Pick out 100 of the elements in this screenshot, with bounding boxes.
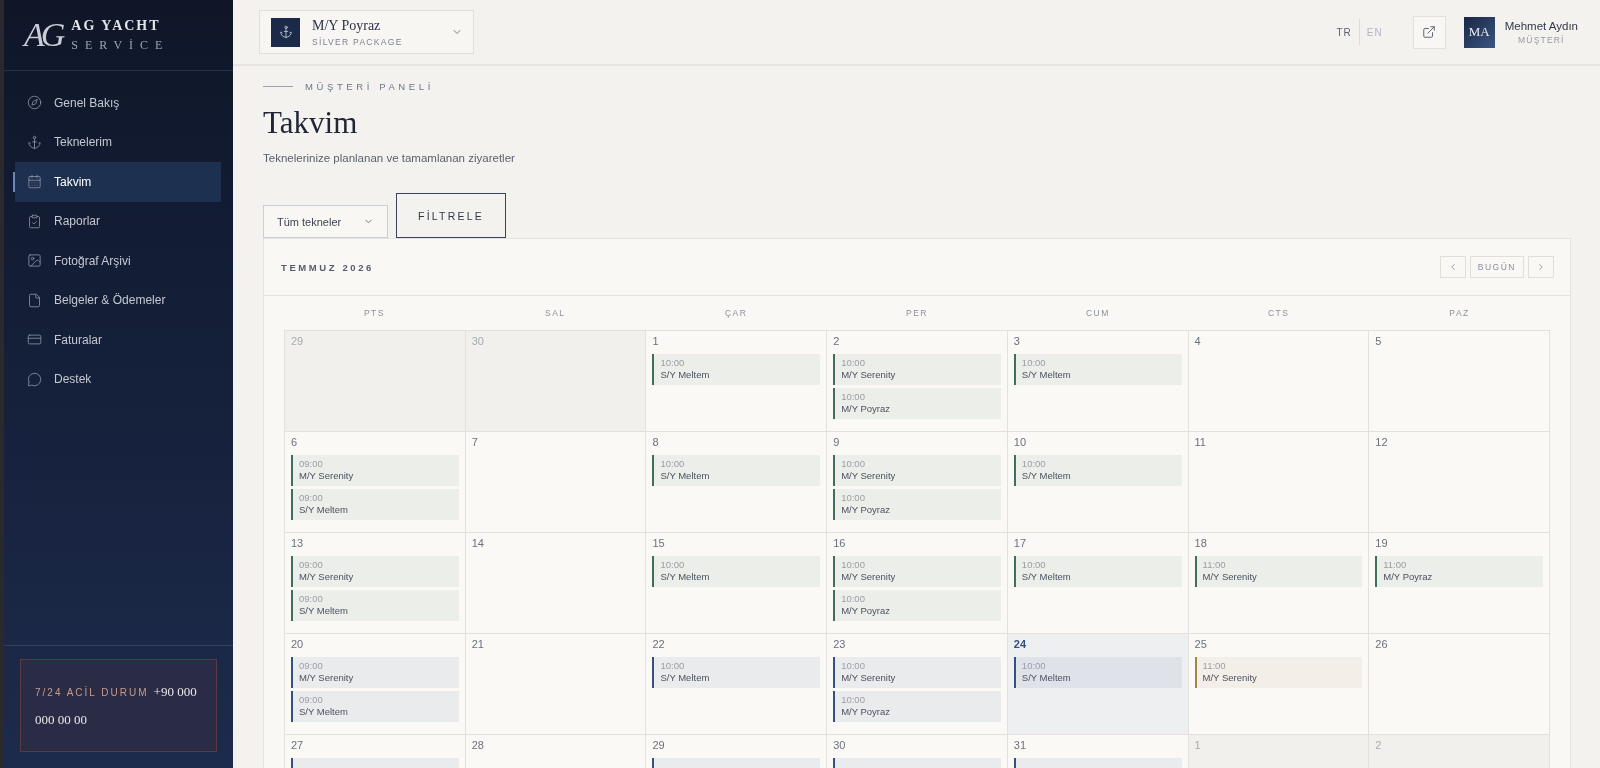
day-number: 12 bbox=[1375, 436, 1388, 448]
day-cell[interactable]: 18 11:00 M/Y Serenity bbox=[1188, 533, 1370, 634]
day-number: 11 bbox=[1194, 436, 1206, 448]
day-cell[interactable]: 15 10:00 S/Y Meltem bbox=[646, 533, 828, 634]
event-vessel: M/Y Serenity bbox=[1202, 672, 1258, 683]
day-number: 16 bbox=[833, 537, 846, 549]
sidebar-item[interactable]: Fotoğraf Arşivi bbox=[15, 241, 221, 281]
day-cell[interactable]: 17 10:00 S/Y Meltem bbox=[1007, 533, 1189, 634]
sidebar-item[interactable]: Teknelerim bbox=[15, 122, 221, 162]
calendar-event[interactable]: 10:00 M/Y Serenity bbox=[833, 556, 1001, 587]
day-cell[interactable]: 9 10:00 M/Y Serenity 10:00 M/Y Poyraz bbox=[827, 432, 1008, 533]
external-link-button[interactable] bbox=[1412, 15, 1446, 49]
day-cell[interactable]: 16 10:00 M/Y Serenity 10:00 M/Y Poyraz bbox=[827, 533, 1008, 634]
sidebar-item[interactable]: Faturalar bbox=[15, 320, 221, 360]
day-cell[interactable]: 2 10:00 M/Y Serenity 10:00 M/Y Poyraz bbox=[827, 331, 1008, 432]
day-number: 23 bbox=[833, 638, 846, 650]
calendar-event[interactable]: 09:00 S/Y Meltem bbox=[291, 489, 459, 520]
brand-tagline: SERVİCE bbox=[71, 37, 170, 53]
calendar-event[interactable]: 09:00 S/Y Meltem bbox=[291, 691, 459, 722]
calendar-event[interactable]: 10:00 S/Y Meltem bbox=[652, 556, 821, 587]
calendar-event[interactable]: 09:00 M/Y Serenity bbox=[291, 455, 459, 486]
calendar-event[interactable]: 10:00 M/Y Serenity bbox=[833, 354, 1001, 385]
language-option[interactable]: TR bbox=[1329, 26, 1359, 38]
weekday-label: SAL bbox=[544, 308, 567, 318]
event-vessel: M/Y Poyraz bbox=[841, 706, 892, 717]
calendar-event[interactable]: 10:00 S/Y Meltem bbox=[652, 354, 821, 385]
filter-button[interactable]: FİLTRELE bbox=[396, 193, 506, 238]
day-cell[interactable]: 8 10:00 S/Y Meltem bbox=[646, 432, 828, 533]
event-time: 10:00 bbox=[660, 458, 686, 469]
day-cell[interactable]: 6 09:00 M/Y Serenity 09:00 S/Y Meltem bbox=[285, 432, 466, 533]
day-number: 10 bbox=[1013, 436, 1027, 448]
calendar-event[interactable]: 10:00 S/Y Meltem bbox=[1013, 354, 1182, 385]
vessel-selector[interactable]: M/Y Poyraz SİLVER PACKAGE bbox=[259, 10, 474, 54]
calendar-event[interactable]: 10:00 M/Y Poyraz bbox=[833, 590, 1001, 621]
sidebar-item[interactable]: Destek bbox=[15, 359, 221, 399]
credit-card-icon bbox=[27, 332, 42, 348]
day-number: 9 bbox=[833, 436, 840, 448]
sidebar-item[interactable]: Belgeler & Ödemeler bbox=[15, 280, 221, 320]
day-cell[interactable]: 13 09:00 M/Y Serenity 09:00 S/Y Meltem bbox=[285, 533, 466, 634]
sidebar-item[interactable]: Genel Bakış bbox=[15, 83, 221, 123]
event-time: 10:00 bbox=[841, 391, 866, 402]
image-icon bbox=[27, 253, 42, 269]
calendar-event[interactable]: 10:00 S/Y Meltem bbox=[652, 455, 821, 486]
event-time: 09:00 bbox=[299, 660, 324, 671]
calendar-event[interactable]: 10:00 M/Y Serenity bbox=[833, 657, 1001, 688]
event-time: 10:00 bbox=[1021, 458, 1047, 469]
day-number: 20 bbox=[291, 638, 304, 650]
event-time: 10:00 bbox=[1021, 660, 1047, 671]
day-cell[interactable]: 5 bbox=[1369, 331, 1550, 432]
vessel-filter-select[interactable]: Tüm tekneler bbox=[263, 205, 388, 238]
day-number: 5 bbox=[1375, 335, 1382, 347]
day-cell[interactable]: 22 10:00 S/Y Meltem bbox=[646, 634, 828, 735]
user-avatar[interactable]: MA bbox=[1463, 16, 1495, 48]
calendar-event[interactable]: 11:00 M/Y Serenity bbox=[1194, 657, 1363, 688]
day-cell[interactable]: 19 11:00 M/Y Poyraz bbox=[1369, 533, 1550, 634]
sidebar-item[interactable]: Takvim bbox=[15, 162, 221, 202]
weekday-label: CUM bbox=[1084, 308, 1111, 318]
calendar-event[interactable]: 11:00 M/Y Serenity bbox=[1194, 556, 1363, 587]
event-time: 11:00 bbox=[1202, 660, 1227, 671]
event-time: 09:00 bbox=[299, 492, 324, 503]
event-time: 10:00 bbox=[841, 559, 866, 570]
day-number: 6 bbox=[291, 436, 298, 448]
logo-monogram: AG bbox=[24, 16, 62, 54]
day-cell[interactable]: 11 bbox=[1188, 432, 1370, 533]
day-cell[interactable]: 12 bbox=[1369, 432, 1550, 533]
day-number: 25 bbox=[1194, 638, 1207, 650]
day-number: 1 bbox=[1194, 739, 1201, 751]
sidebar-item[interactable]: Raporlar bbox=[15, 201, 221, 241]
calendar-event[interactable]: 10:00 S/Y Meltem bbox=[652, 657, 821, 688]
day-number: 27 bbox=[291, 739, 304, 751]
calendar-event[interactable]: 09:00 S/Y Meltem bbox=[291, 590, 459, 621]
calendar-event[interactable]: 10:00 M/Y Poyraz bbox=[833, 691, 1001, 722]
event-vessel: M/Y Serenity bbox=[299, 571, 355, 582]
day-cell[interactable]: 3 10:00 S/Y Meltem bbox=[1007, 331, 1189, 432]
previous-month-button[interactable] bbox=[1439, 256, 1466, 278]
calendar-event[interactable]: 11:00 M/Y Poyraz bbox=[1375, 556, 1543, 587]
calendar-event[interactable]: 10:00 M/Y Poyraz bbox=[833, 489, 1001, 520]
calendar-event[interactable]: 10:00 S/Y Meltem bbox=[1013, 556, 1182, 587]
calendar-event[interactable]: 09:00 M/Y Serenity bbox=[291, 657, 459, 688]
day-cell[interactable]: 7 bbox=[465, 432, 647, 533]
day-cell[interactable]: 20 09:00 M/Y Serenity 09:00 S/Y Meltem bbox=[285, 634, 466, 735]
day-cell[interactable]: 14 bbox=[465, 533, 647, 634]
next-month-button[interactable] bbox=[1528, 256, 1554, 278]
calendar-event[interactable]: 10:00 M/Y Poyraz bbox=[833, 388, 1001, 419]
day-number: 4 bbox=[1194, 335, 1201, 347]
day-number: 7 bbox=[471, 436, 478, 448]
day-cell[interactable]: 1 10:00 S/Y Meltem bbox=[646, 331, 828, 432]
day-cell[interactable]: 25 11:00 M/Y Serenity bbox=[1188, 634, 1370, 735]
day-cell[interactable]: 26 bbox=[1369, 634, 1550, 735]
calendar-event[interactable]: 10:00 M/Y Serenity bbox=[833, 455, 1001, 486]
day-cell[interactable]: 21 bbox=[465, 634, 647, 735]
day-cell[interactable]: 24 10:00 S/Y Meltem bbox=[1007, 634, 1189, 735]
calendar-event[interactable]: 09:00 M/Y Serenity bbox=[291, 556, 459, 587]
day-cell[interactable]: 23 10:00 M/Y Serenity 10:00 M/Y Poyraz bbox=[827, 634, 1008, 735]
day-cell[interactable]: 10 10:00 S/Y Meltem bbox=[1007, 432, 1189, 533]
calendar-event[interactable]: 10:00 S/Y Meltem bbox=[1013, 455, 1182, 486]
calendar-event[interactable]: 10:00 S/Y Meltem bbox=[1013, 657, 1182, 688]
day-cell[interactable]: 4 bbox=[1188, 331, 1370, 432]
event-vessel: S/Y Meltem bbox=[1021, 369, 1072, 380]
day-number: 29 bbox=[652, 739, 665, 751]
